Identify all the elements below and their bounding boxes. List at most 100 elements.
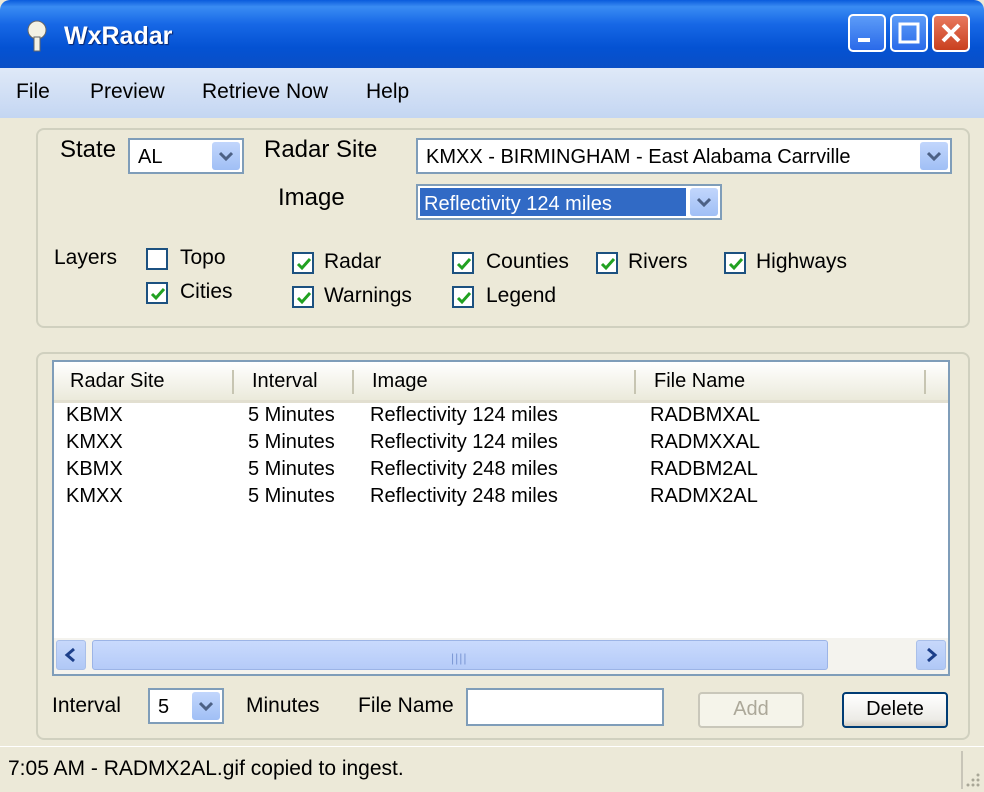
minutes-label: Minutes (246, 694, 320, 717)
status-bar: 7:05 AM - RADMX2AL.gif copied to ingest. (0, 746, 984, 792)
radar-site-value: KMXX - BIRMINGHAM - East Alabama Carrvil… (426, 146, 851, 168)
checkmark-icon (296, 292, 312, 305)
cell-interval: 5 Minutes (248, 404, 335, 426)
checkbox-cities-label: Cities (180, 280, 233, 303)
minimize-icon (858, 38, 870, 42)
cell-radar-site: KBMX (66, 458, 123, 480)
checkbox-counties-label: Counties (486, 250, 569, 273)
image-label: Image (278, 184, 345, 211)
column-header-file-name[interactable]: File Name (654, 370, 745, 393)
menu-file[interactable]: File (16, 80, 50, 104)
table-row[interactable]: KMXX 5 Minutes Reflectivity 124 miles RA… (54, 431, 948, 458)
checkbox-highways[interactable] (724, 252, 746, 274)
minimize-button[interactable] (848, 14, 886, 52)
scroll-right-button[interactable] (916, 640, 946, 670)
schedule-list[interactable]: Radar Site Interval Image File Name KBMX… (52, 360, 950, 676)
cell-file-name: RADBM2AL (650, 458, 758, 480)
checkbox-radar-label: Radar (324, 250, 382, 273)
cell-image: Reflectivity 124 miles (370, 431, 558, 453)
list-header: Radar Site Interval Image File Name (54, 362, 948, 403)
chevron-down-icon[interactable] (212, 142, 240, 170)
cell-file-name: RADBMXAL (650, 404, 761, 426)
title-bar[interactable]: WxRadar (0, 0, 984, 68)
radar-site-select[interactable]: KMXX - BIRMINGHAM - East Alabama Carrvil… (416, 138, 952, 174)
maximize-icon (898, 22, 920, 44)
delete-button[interactable]: Delete (842, 692, 948, 728)
chevron-left-icon (64, 647, 75, 663)
checkbox-cities[interactable] (146, 282, 168, 304)
checkbox-highways-label: Highways (756, 250, 848, 273)
checkbox-legend[interactable] (452, 286, 474, 308)
checkbox-topo-label: Topo (180, 246, 226, 269)
table-row[interactable]: KBMX 5 Minutes Reflectivity 124 miles RA… (54, 404, 948, 431)
state-value: AL (138, 146, 163, 168)
cell-interval: 5 Minutes (248, 458, 335, 480)
scroll-left-button[interactable] (56, 640, 86, 670)
window-title: WxRadar (64, 22, 173, 50)
column-divider[interactable] (352, 370, 354, 394)
menu-preview[interactable]: Preview (90, 80, 165, 104)
checkmark-icon (456, 292, 472, 305)
checkbox-legend-label: Legend (486, 284, 557, 307)
cell-file-name: RADMXXAL (650, 431, 761, 453)
image-select[interactable]: Reflectivity 124 miles (416, 184, 722, 220)
file-name-input[interactable] (466, 688, 664, 726)
checkbox-warnings-label: Warnings (324, 284, 412, 307)
grip-icon: |||| (451, 651, 468, 665)
checkbox-radar[interactable] (292, 252, 314, 274)
image-value: Reflectivity 124 miles (420, 188, 686, 216)
checkbox-counties[interactable] (452, 252, 474, 274)
interval-select[interactable]: 5 (148, 688, 224, 724)
layers-label: Layers (54, 246, 118, 269)
cell-interval: 5 Minutes (248, 485, 335, 507)
column-header-interval[interactable]: Interval (252, 370, 318, 393)
cell-radar-site: KMXX (66, 431, 123, 453)
checkmark-icon (456, 258, 472, 271)
interval-label: Interval (52, 694, 121, 717)
table-row[interactable]: KMXX 5 Minutes Reflectivity 248 miles RA… (54, 485, 948, 512)
horizontal-scrollbar[interactable]: |||| (54, 638, 948, 674)
checkbox-rivers-label: Rivers (628, 250, 688, 273)
maximize-button[interactable] (890, 14, 928, 52)
column-header-image[interactable]: Image (372, 370, 428, 393)
app-icon (27, 20, 47, 52)
state-select[interactable]: AL (128, 138, 244, 174)
table-row[interactable]: KBMX 5 Minutes Reflectivity 248 miles RA… (54, 458, 948, 485)
cell-radar-site: KBMX (66, 404, 123, 426)
checkmark-icon (150, 288, 166, 301)
column-header-radar-site[interactable]: Radar Site (70, 370, 165, 393)
scroll-thumb[interactable]: |||| (92, 640, 828, 670)
checkmark-icon (296, 258, 312, 271)
cell-radar-site: KMXX (66, 485, 123, 507)
column-divider[interactable] (232, 370, 234, 394)
checkbox-rivers[interactable] (596, 252, 618, 274)
status-divider (961, 751, 963, 789)
close-icon (941, 23, 961, 43)
app-window: WxRadar File Preview Retrieve Now Help S… (0, 0, 984, 792)
chevron-down-icon[interactable] (920, 142, 948, 170)
cell-file-name: RADMX2AL (650, 485, 758, 507)
menu-help[interactable]: Help (366, 80, 409, 104)
state-label: State (60, 136, 117, 163)
chevron-down-icon[interactable] (690, 188, 718, 216)
chevron-down-icon[interactable] (192, 692, 220, 720)
checkbox-topo[interactable] (146, 248, 168, 270)
cell-image: Reflectivity 248 miles (370, 485, 558, 507)
cell-image: Reflectivity 124 miles (370, 404, 558, 426)
checkmark-icon (728, 258, 744, 271)
close-button[interactable] (932, 14, 970, 52)
column-divider[interactable] (924, 370, 926, 394)
interval-value: 5 (158, 696, 170, 718)
radar-site-label: Radar Site (264, 136, 378, 163)
resize-grip-icon[interactable] (964, 771, 982, 789)
status-text: 7:05 AM - RADMX2AL.gif copied to ingest. (8, 757, 404, 780)
add-button[interactable]: Add (698, 692, 804, 728)
menu-bar: File Preview Retrieve Now Help (0, 68, 984, 118)
column-divider[interactable] (634, 370, 636, 394)
cell-interval: 5 Minutes (248, 431, 335, 453)
checkmark-icon (600, 258, 616, 271)
chevron-right-icon (927, 647, 938, 663)
checkbox-warnings[interactable] (292, 286, 314, 308)
menu-retrieve-now[interactable]: Retrieve Now (202, 80, 328, 104)
cell-image: Reflectivity 248 miles (370, 458, 558, 480)
